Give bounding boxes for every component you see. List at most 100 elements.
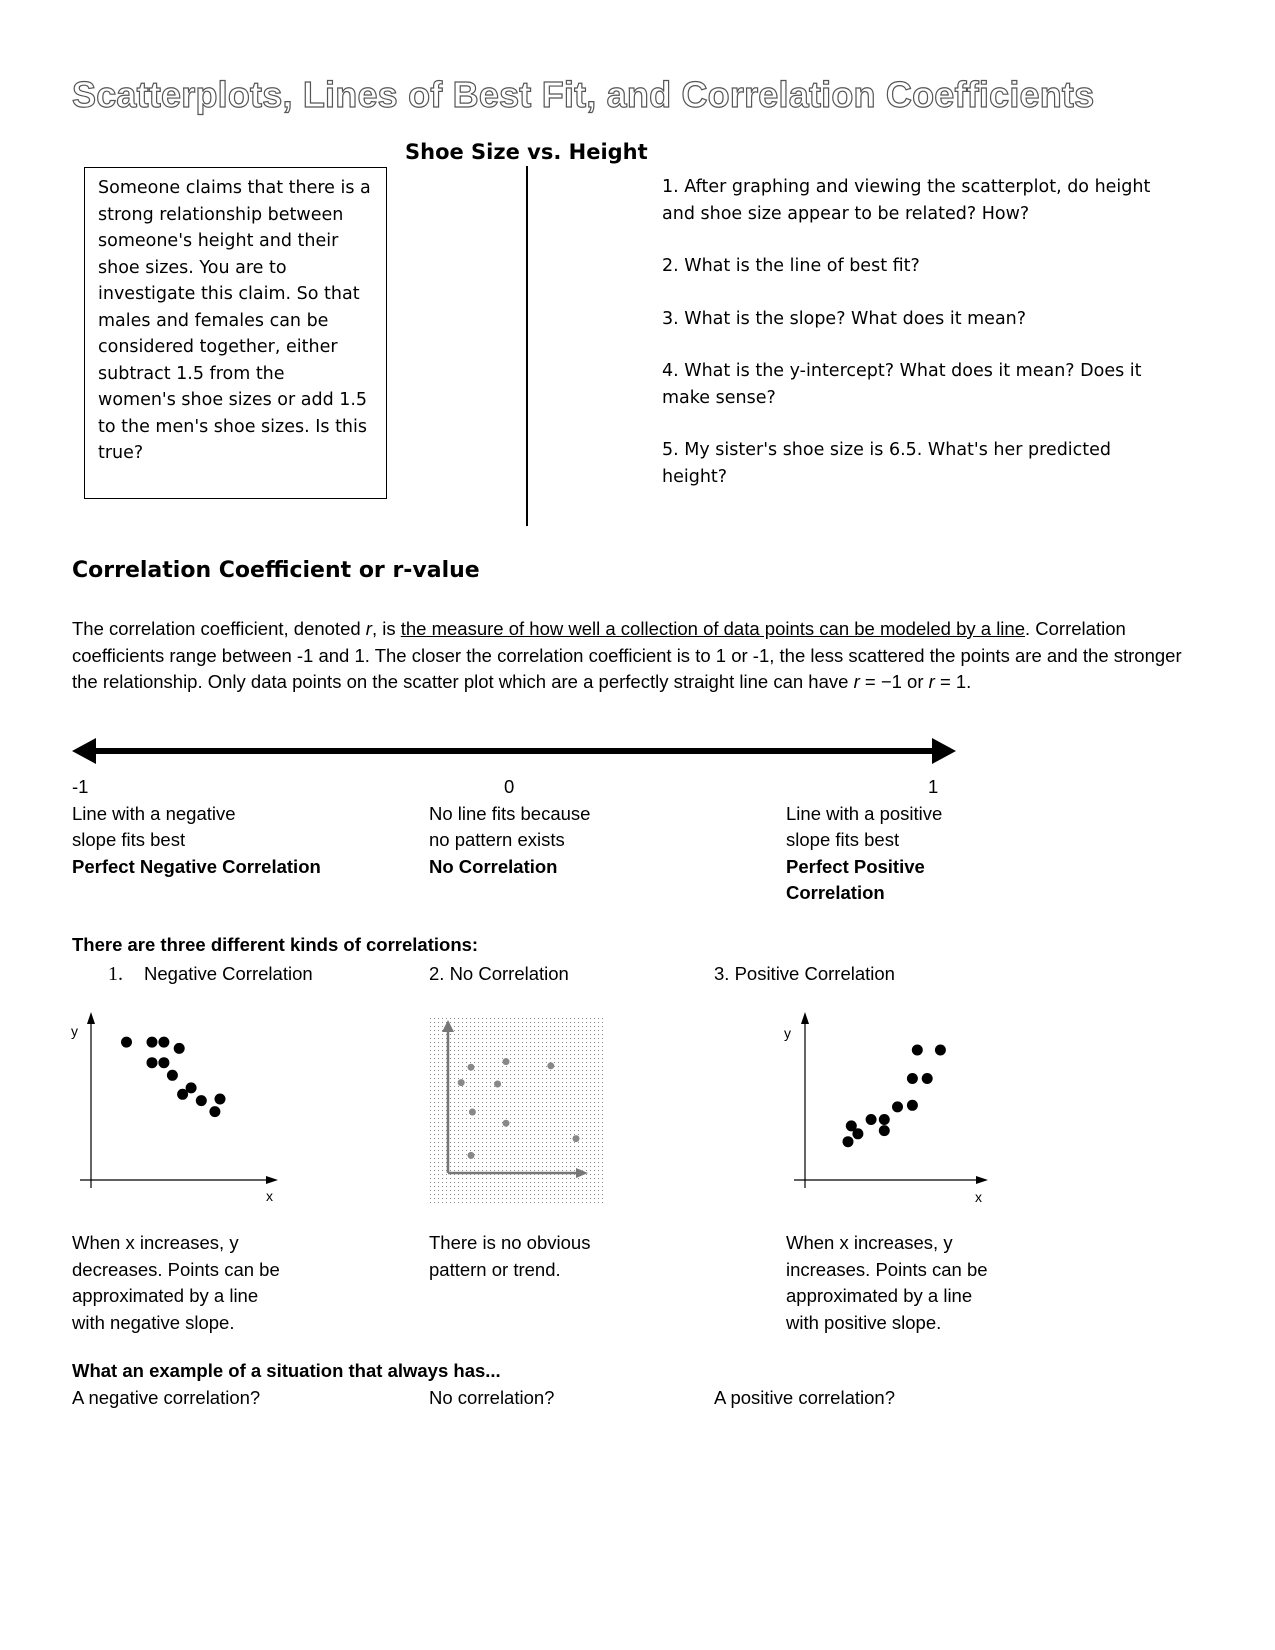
desc-line: slope fits best [786,829,900,850]
positive-point [878,1114,890,1125]
y-axis-label: y [71,1023,78,1039]
y-axis-arrowhead [87,1012,95,1024]
number-line-bar [92,748,936,754]
claim-line: considered together, either [98,337,338,357]
example-negative: A negative correlation? [72,1387,261,1408]
label-no-correlation: No Correlation [429,855,558,877]
claim-line: investigate this claim. So that [98,284,360,304]
desc-line: pattern or trend. [429,1258,561,1280]
desc-line: When x increases, y [786,1232,953,1253]
question-2: 2. What is the line of best fit? [662,256,920,276]
kind-label-positive: 3. Positive Correlation [714,963,895,984]
positive-point [865,1114,877,1125]
desc-line: No line fits because [429,802,591,824]
negative-point [121,1036,132,1048]
x-axis-arrowhead [976,1176,988,1184]
desc-line: Line with a negative [72,802,236,824]
negative-point [173,1042,185,1054]
y-axis-label: y [784,1025,791,1041]
desc-line: approximated by a line [72,1285,259,1306]
number-line [72,738,956,764]
no-correlation-point [467,1063,475,1071]
points-group [121,1036,226,1118]
positive-point [878,1125,890,1137]
claim-line: true? [98,443,144,463]
desc-line: There is no obvious [429,1232,591,1253]
page-title: Scatterplots, Lines of Best Fit, and Cor… [71,73,1095,115]
negative-point [195,1095,207,1107]
no-correlation-point [494,1080,502,1088]
negative-point [209,1106,221,1118]
negative-point [146,1057,158,1069]
no-correlation-point [502,1119,510,1127]
claim-line: shoe sizes. You are to [98,257,287,278]
examples-heading: What an example of a situation that alwa… [72,1360,501,1381]
negative-point [146,1036,158,1048]
positive-point [934,1044,946,1056]
value-one: 1 [928,776,939,797]
label-perfect-positive: Perfect Positive [786,855,925,877]
desc-line: with positive slope. [786,1311,942,1333]
positive-point [842,1136,854,1148]
claim-line: someone's height and their [98,231,339,251]
desc-line: Line with a positive [786,802,943,824]
claim-line: subtract 1.5 from the [98,363,285,384]
negative-point [158,1057,170,1069]
kind-label-negative: Negative Correlation [144,963,313,984]
positive-point [906,1073,918,1084]
negative-correlation-plot: y x [71,1012,278,1204]
right-arrowhead [932,738,956,764]
x-axis-arrowhead [266,1176,278,1184]
example-positive: A positive correlation? [714,1387,895,1408]
kinds-heading: There are three different kinds of corre… [72,934,479,955]
positive-point [892,1101,903,1113]
no-correlation-plot [430,1018,605,1203]
positive-correlation-plot: y x [784,1012,988,1205]
value-neg-one: -1 [72,776,89,797]
question-5: 5. My sister's shoe size is 6.5. What's … [662,440,1112,487]
correlation-heading: Correlation Coefficient or r-value [72,558,480,583]
positive-point [906,1099,918,1111]
no-correlation-point [502,1058,510,1066]
para-text: The correlation coefficient, denoted [72,618,366,639]
claim-line: strong relationship between [98,204,344,225]
x-axis-label: x [266,1188,273,1204]
number-line-right: Line with a positive slope fits best Per… [786,801,1086,907]
question-list: 1. After graphing and viewing the scatte… [662,174,1172,516]
question-4: 4. What is the y-intercept? What does it… [662,361,1142,408]
negative-point [166,1069,178,1081]
correlation-paragraph: The correlation coefficient, denoted r, … [72,616,1182,696]
vertical-divider [526,166,528,526]
kind-number-1: 1. [108,963,123,985]
section-subtitle: Shoe Size vs. Height [405,140,648,164]
y-axis-arrowhead [801,1012,809,1024]
number-line-middle: No line fits because no pattern exists N… [429,801,729,881]
desc-line: no pattern exists [429,829,565,850]
para-text: = −1 or [859,671,929,692]
para-text: = 1. [934,671,972,692]
negative-point [158,1036,170,1048]
positive-point [921,1073,933,1084]
desc-line: increases. Points can be [786,1258,988,1280]
claim-line: women's shoe sizes or add 1.5 [98,390,368,410]
claim-line: males and females can be [98,310,329,331]
points-group [842,1044,946,1148]
negative-point [214,1093,226,1105]
desc-line: When x increases, y [72,1232,239,1253]
kind-label-none: 2. No Correlation [429,963,569,984]
no-correlation-point [572,1135,580,1143]
value-zero: 0 [504,776,515,797]
claim-line: to the men's shoe sizes. Is this [98,416,368,437]
example-none: No correlation? [429,1387,555,1408]
positive-point [845,1120,857,1132]
desc-line: decreases. Points can be [72,1258,280,1280]
desc-none: There is no obvious pattern or trend. [429,1230,729,1283]
desc-line: approximated by a line [786,1285,973,1306]
number-line-left: -1 Line with a negative slope fits best … [72,774,412,880]
question-1: 1. After graphing and viewing the scatte… [662,177,1151,224]
no-correlation-point [457,1079,465,1087]
label-perfect-positive: Correlation [786,882,885,903]
desc-negative: When x increases, y decreases. Points ca… [72,1230,372,1336]
positive-point [911,1044,923,1056]
no-correlation-point [468,1108,476,1116]
